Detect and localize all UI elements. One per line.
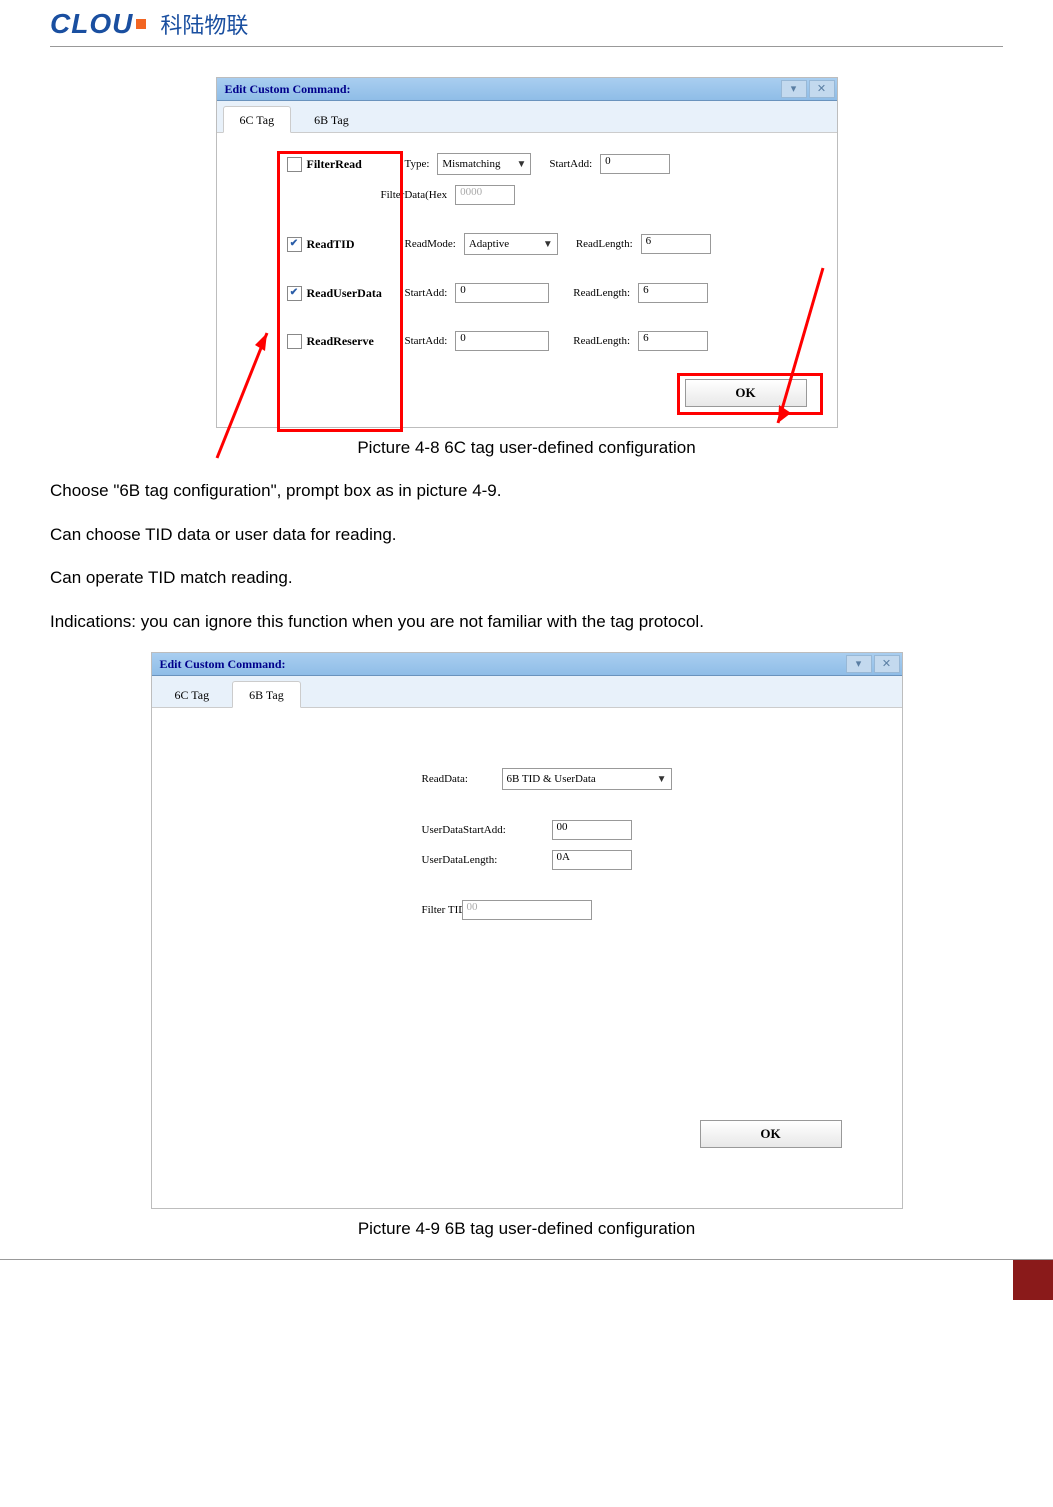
startadd-label-user: StartAdd: — [405, 287, 448, 299]
dialog-titlebar: Edit Custom Command: ▾ ✕ — [217, 78, 837, 101]
filterread-checkbox[interactable] — [287, 157, 302, 172]
readuserdata-checkbox[interactable] — [287, 286, 302, 301]
userdatalength-input[interactable]: 0A — [552, 850, 632, 870]
chevron-down-icon: ▼ — [516, 159, 526, 170]
dialog-6c: Edit Custom Command: ▾ ✕ 6C Tag 6B Tag F… — [216, 77, 838, 428]
close-button-6b[interactable]: ✕ — [874, 655, 900, 673]
caption-4-8: Picture 4-8 6C tag user-defined configur… — [50, 438, 1003, 458]
filterhex-input[interactable]: 0000 — [455, 185, 515, 205]
readtid-checkbox[interactable] — [287, 237, 302, 252]
logo: CLOU 科陆物联 — [50, 8, 248, 40]
tab-6c[interactable]: 6C Tag — [223, 106, 292, 133]
readreserve-checkbox[interactable] — [287, 334, 302, 349]
readuserdata-option[interactable]: ReadUserData — [287, 286, 397, 301]
tab-6b-d2[interactable]: 6B Tag — [232, 681, 301, 708]
userdatalength-label: UserDataLength: — [422, 854, 552, 866]
caption-4-9: Picture 4-9 6B tag user-defined configur… — [50, 1219, 1003, 1239]
footer-accent-icon — [1013, 1260, 1053, 1300]
paragraph-2: Can choose TID data or user data for rea… — [50, 522, 1003, 548]
paragraph-3: Can operate TID match reading. — [50, 565, 1003, 591]
paragraph-4: Indications: you can ignore this functio… — [50, 609, 1003, 635]
dialog-title-6b: Edit Custom Command: — [160, 657, 286, 672]
dialog-titlebar-6b: Edit Custom Command: ▾ ✕ — [152, 653, 902, 676]
minimize-button[interactable]: ▾ — [781, 80, 807, 98]
readlength-label-reserve: ReadLength: — [573, 335, 630, 347]
type-label: Type: — [405, 158, 430, 170]
filtertid-input[interactable]: 00 — [462, 900, 592, 920]
readtid-label: ReadTID — [307, 237, 355, 252]
dialog-title: Edit Custom Command: — [225, 82, 351, 97]
filterread-label: FilterRead — [307, 157, 362, 172]
tab-6b[interactable]: 6B Tag — [297, 106, 366, 133]
ok-button[interactable]: OK — [685, 379, 807, 407]
page-header: CLOU 科陆物联 — [50, 0, 1003, 47]
page-footer — [0, 1259, 1053, 1300]
tabs-bar-6b: 6C Tag 6B Tag — [152, 676, 902, 708]
ok-button-6b[interactable]: OK — [700, 1120, 842, 1148]
logo-text: CLOU — [50, 8, 133, 40]
readlength-input[interactable]: 6 — [641, 234, 711, 254]
chevron-down-icon: ▼ — [543, 239, 553, 250]
readlength-label-user: ReadLength: — [573, 287, 630, 299]
close-button[interactable]: ✕ — [809, 80, 835, 98]
readlength-input-reserve[interactable]: 6 — [638, 331, 708, 351]
startadd-label-reserve: StartAdd: — [405, 335, 448, 347]
filterhex-label: FilterData(Hex — [381, 189, 448, 201]
startadd-input-user[interactable]: 0 — [455, 283, 549, 303]
readreserve-label: ReadReserve — [307, 334, 374, 349]
type-select[interactable]: Mismatching▼ — [437, 153, 531, 175]
minimize-button-6b[interactable]: ▾ — [846, 655, 872, 673]
readlength-input-user[interactable]: 6 — [638, 283, 708, 303]
tab-6c-d2[interactable]: 6C Tag — [158, 681, 227, 708]
userdatastart-label: UserDataStartAdd: — [422, 824, 552, 836]
startadd-input[interactable]: 0 — [600, 154, 670, 174]
readdata-select[interactable]: 6B TID & UserData▼ — [502, 768, 672, 790]
startadd-label: StartAdd: — [549, 158, 592, 170]
readlength-label: ReadLength: — [576, 238, 633, 250]
readtid-option[interactable]: ReadTID — [287, 237, 397, 252]
readreserve-option[interactable]: ReadReserve — [287, 334, 397, 349]
dialog-6b: Edit Custom Command: ▾ ✕ 6C Tag 6B Tag R… — [151, 652, 903, 1209]
readmode-label: ReadMode: — [405, 238, 456, 250]
startadd-input-reserve[interactable]: 0 — [455, 331, 549, 351]
logo-cn: 科陆物联 — [160, 8, 248, 40]
logo-accent-icon — [136, 19, 146, 29]
userdatastart-input[interactable]: 00 — [552, 820, 632, 840]
readuserdata-label: ReadUserData — [307, 286, 382, 301]
readmode-select[interactable]: Adaptive▼ — [464, 233, 558, 255]
chevron-down-icon: ▼ — [657, 774, 667, 785]
tabs-bar: 6C Tag 6B Tag — [217, 101, 837, 133]
paragraph-1: Choose "6B tag configuration", prompt bo… — [50, 478, 1003, 504]
filterread-option[interactable]: FilterRead — [287, 157, 397, 172]
